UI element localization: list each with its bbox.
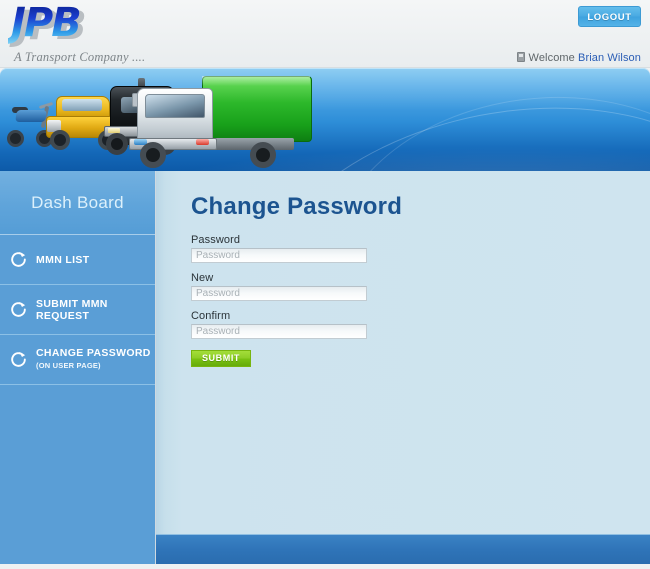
sidebar-item-mmn-list[interactable]: MMN LIST [0, 235, 155, 285]
hero-banner [0, 68, 650, 171]
password-field[interactable] [191, 248, 367, 263]
sidebar-item-subtitle: (ON USER PAGE) [36, 361, 101, 370]
page-root: JPB JPB A Transport Company .... LOGOUT … [0, 0, 650, 569]
logout-button[interactable]: LOGOUT [578, 6, 641, 27]
new-password-field-label: New [191, 272, 214, 284]
lock-icon [516, 52, 525, 62]
green-box-truck-icon [110, 76, 325, 168]
sidebar-item-submit-mmn-request[interactable]: SUBMIT MMN REQUEST [0, 285, 155, 335]
page-bottom-strip [0, 564, 650, 569]
sidebar-item-label: MMN LIST [36, 253, 90, 266]
sidebar-item-change-password[interactable]: CHANGE PASSWORD (ON USER PAGE) [0, 335, 155, 385]
footer-bar [156, 534, 650, 565]
sidebar: Dash Board MMN LIST SUBMIT MMN REQUEST C… [0, 171, 156, 558]
new-password-field[interactable] [191, 286, 367, 301]
welcome-prefix: Welcome [528, 52, 579, 64]
sidebar-title: Dash Board [0, 171, 155, 235]
password-field-label: Password [191, 234, 241, 246]
content-area: Change Password Password New Confirm SUB… [156, 171, 650, 534]
logo-text: JPB [8, 2, 82, 44]
submit-button[interactable]: SUBMIT [191, 350, 251, 367]
change-password-form: Password New Confirm SUBMIT [191, 234, 373, 367]
user-name-link[interactable]: Brian Wilson [578, 52, 641, 64]
sidebar-title-label: Dash Board [31, 192, 124, 212]
refresh-circle-icon [9, 350, 28, 369]
logo-tagline: A Transport Company .... [14, 50, 146, 64]
refresh-circle-icon [9, 300, 28, 319]
confirm-password-field-label: Confirm [191, 310, 231, 322]
logo: JPB JPB A Transport Company .... [8, 2, 248, 64]
sidebar-item-label: CHANGE PASSWORD (ON USER PAGE) [36, 347, 151, 372]
confirm-password-field[interactable] [191, 324, 367, 339]
site-header: JPB JPB A Transport Company .... LOGOUT … [0, 0, 650, 68]
sidebar-item-label: SUBMIT MMN REQUEST [36, 297, 108, 322]
sidebar-item-title: CHANGE PASSWORD [36, 347, 151, 359]
banner-vehicles [0, 68, 330, 171]
refresh-circle-icon [9, 250, 28, 269]
page-title: Change Password [191, 193, 403, 220]
welcome-message: Welcome Brian Wilson [516, 52, 641, 64]
